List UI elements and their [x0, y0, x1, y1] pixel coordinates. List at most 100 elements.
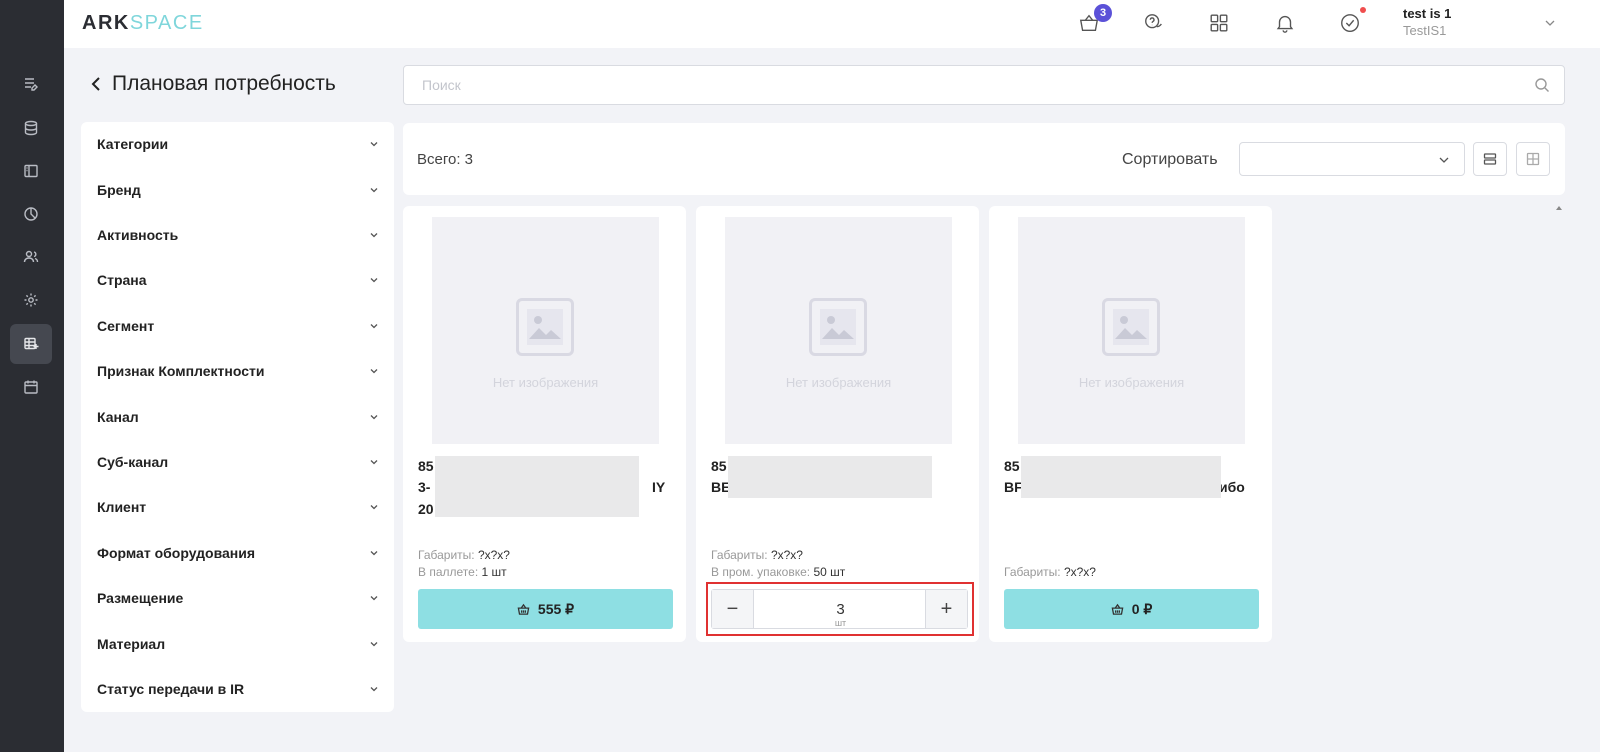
top-header: ARKSPACE 3 test is 1 TestIS1 — [64, 0, 1600, 48]
table-add-icon — [24, 337, 39, 350]
apps-grid-icon — [1210, 14, 1228, 32]
filter-label: Категории — [97, 136, 169, 152]
scrollbar-up-arrow[interactable] — [1556, 206, 1562, 210]
chevron-down-icon — [370, 415, 378, 420]
sidebar-rail — [0, 0, 64, 752]
search-input[interactable] — [404, 66, 1564, 104]
filter-categories[interactable]: Категории — [97, 132, 379, 156]
logo[interactable]: ARKSPACE — [82, 12, 204, 35]
gear-icon — [24, 293, 38, 307]
price-label: 555 ₽ — [537, 600, 575, 617]
product-card[interactable]: Нет изображения 85 3- IY 20 Габариты: ?x… — [403, 206, 686, 642]
filter-label: Клиент — [97, 499, 147, 515]
add-to-cart-button[interactable]: 555 ₽ — [418, 589, 673, 629]
quantity-stepper: − 3 шт + — [711, 589, 968, 629]
image-icon — [516, 298, 574, 356]
filter-label: Материал — [97, 636, 166, 652]
product-title-line: 85 — [711, 458, 727, 474]
sidebar-item-settings[interactable] — [10, 280, 52, 320]
results-toolbar: Всего: 3 Сортировать — [403, 123, 1565, 195]
chevron-down-icon — [370, 505, 378, 510]
filter-placement[interactable]: Размещение — [97, 586, 379, 610]
filter-label: Признак Комплектности — [97, 363, 265, 379]
sidebar-item-reports[interactable] — [10, 194, 52, 234]
filter-material[interactable]: Материал — [97, 632, 379, 656]
filter-label: Канал — [97, 409, 139, 425]
help-chat-icon — [1145, 14, 1162, 29]
filter-channel[interactable]: Канал — [97, 405, 379, 429]
user-menu[interactable]: test is 1 TestIS1 — [1403, 6, 1451, 38]
filter-panel: Категории Бренд Активность Страна Сегмен… — [81, 122, 394, 712]
page-title: Плановая потребность — [88, 72, 336, 96]
product-pack-info: В паллете: 1 шт — [418, 565, 507, 579]
quantity-value[interactable]: 3 — [754, 601, 927, 618]
sidebar-item-planned-demand[interactable] — [10, 324, 52, 364]
list-view-button[interactable] — [1473, 142, 1507, 176]
user-login: TestIS1 — [1403, 23, 1447, 38]
product-image-placeholder: Нет изображения — [1018, 217, 1245, 444]
calendar-icon — [24, 380, 38, 394]
chevron-down-icon — [370, 642, 378, 647]
filter-label: Страна — [97, 272, 147, 288]
sort-select[interactable] — [1239, 142, 1465, 176]
total-count: Всего: 3 — [417, 151, 474, 168]
basket-icon — [1111, 603, 1124, 615]
filter-label: Активность — [97, 227, 179, 243]
price-label: 0 ₽ — [1131, 600, 1153, 617]
cart-button[interactable]: 3 — [1076, 4, 1112, 36]
product-dimensions: Габариты: ?x?x? — [711, 548, 803, 562]
help-chat-button[interactable] — [1141, 10, 1167, 36]
product-dimensions: Габариты: ?x?x? — [1004, 565, 1096, 579]
chevron-down-icon — [370, 278, 378, 283]
sidebar-item-list-edit[interactable] — [10, 64, 52, 104]
product-title-line: 85 — [418, 458, 434, 474]
layout-icon — [24, 164, 38, 178]
tasks-button[interactable] — [1337, 7, 1366, 36]
notifications-button[interactable] — [1272, 10, 1298, 36]
filter-label: Размещение — [97, 590, 184, 606]
product-title-line: BF — [1004, 479, 1023, 495]
filter-brand[interactable]: Бренд — [97, 178, 379, 202]
product-card[interactable]: Нет изображения 85 BF ибо Габариты: ?x?x… — [989, 206, 1272, 642]
filter-completeness[interactable]: Признак Комплектности — [97, 359, 379, 383]
filter-ir-status[interactable]: Статус передачи в IR — [97, 677, 379, 701]
sidebar-item-database[interactable] — [10, 108, 52, 148]
chevron-down-icon — [1439, 157, 1449, 163]
list-view-icon — [1483, 153, 1497, 165]
product-image-placeholder: Нет изображения — [725, 217, 952, 444]
filter-segment[interactable]: Сегмент — [97, 314, 379, 338]
users-icon — [23, 250, 39, 263]
filter-equipment-format[interactable]: Формат оборудования — [97, 541, 379, 565]
chevron-down-icon — [370, 596, 378, 601]
chevron-down-icon — [370, 369, 378, 374]
no-image-caption: Нет изображения — [492, 375, 599, 390]
product-title-tail: IY — [652, 479, 666, 495]
chevron-down-icon[interactable] — [1544, 17, 1556, 29]
filter-subchannel[interactable]: Суб-канал — [97, 450, 379, 474]
product-card[interactable]: Нет изображения 85 BE Габариты: ?x?x? В … — [696, 206, 979, 642]
image-icon — [809, 298, 867, 356]
back-arrow-icon[interactable] — [88, 76, 104, 92]
no-image-caption: Нет изображения — [1078, 375, 1185, 390]
chevron-down-icon — [370, 142, 378, 147]
filter-client[interactable]: Клиент — [97, 495, 379, 519]
basket-icon — [517, 603, 530, 615]
list-edit-icon — [25, 78, 38, 91]
sidebar-item-users[interactable] — [10, 237, 52, 277]
apps-grid-button[interactable] — [1206, 10, 1232, 36]
sidebar-item-calendar[interactable] — [10, 367, 52, 407]
redacted-area — [435, 456, 639, 517]
grid-view-button[interactable] — [1516, 142, 1550, 176]
product-dimensions: Габариты: ?x?x? — [418, 548, 510, 562]
increase-quantity-button[interactable]: + — [925, 590, 967, 628]
search-icon[interactable] — [1534, 77, 1550, 93]
database-icon — [24, 120, 38, 136]
sidebar-item-layout[interactable] — [10, 151, 52, 191]
filter-activity[interactable]: Активность — [97, 223, 379, 247]
filter-label: Бренд — [97, 182, 141, 198]
logo-text-ark: ARK — [82, 12, 130, 34]
decrease-quantity-button[interactable]: − — [712, 590, 754, 628]
add-to-cart-button[interactable]: 0 ₽ — [1004, 589, 1259, 629]
filter-country[interactable]: Страна — [97, 268, 379, 292]
check-circle-icon — [1341, 14, 1359, 32]
